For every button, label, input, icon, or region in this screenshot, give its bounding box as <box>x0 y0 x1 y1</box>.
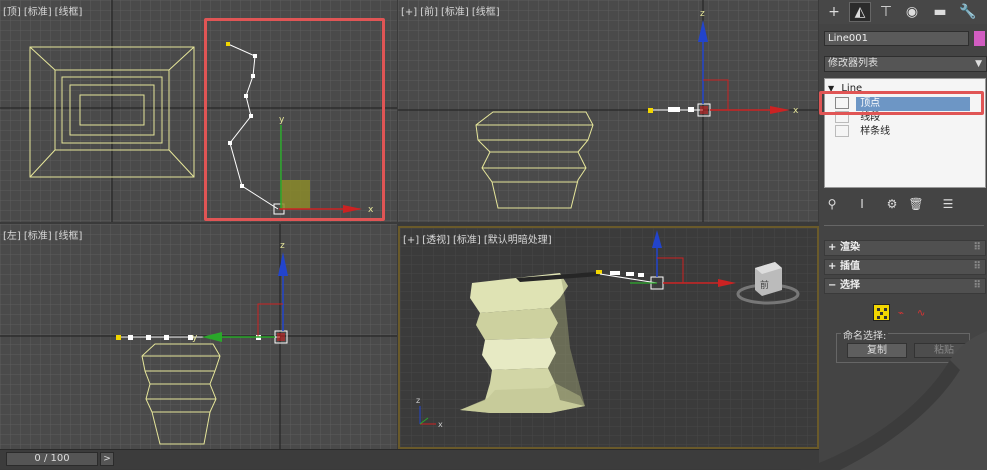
segment-selection-icon[interactable]: ⌁ <box>898 308 904 319</box>
page-curl <box>800 331 987 470</box>
display-icon[interactable]: ▬ <box>929 2 951 22</box>
view-name: [前] <box>420 7 438 18</box>
make-unique-icon[interactable]: ⚙ <box>884 196 900 212</box>
axis-z-label: z <box>280 241 285 251</box>
axis-x-label: x <box>793 106 799 116</box>
create-plus-icon[interactable]: + <box>823 2 845 22</box>
highlight-box-spline <box>204 18 385 221</box>
pin-stack-icon[interactable]: ⚲ <box>824 196 840 212</box>
next-frame-button[interactable]: > <box>100 452 114 466</box>
show-end-result-icon[interactable]: Ⅰ <box>854 196 870 212</box>
svg-text:前: 前 <box>760 279 769 291</box>
viewport-front-label[interactable]: [+] [前] [标准] [线框] <box>401 3 503 18</box>
axis-z-label: z <box>700 9 705 19</box>
view-mode: [标准] <box>23 7 52 18</box>
object-name-field[interactable]: Line001 <box>824 31 969 46</box>
modifier-list-dropdown[interactable]: 修改器列表 ▼ <box>824 56 987 72</box>
highlight-box-vertex <box>819 91 984 115</box>
vertex-selection-icon[interactable] <box>873 304 890 321</box>
modifier-list-label: 修改器列表 <box>828 58 878 69</box>
expand-plus-icon: + <box>828 261 837 272</box>
stack-subitem-spline[interactable]: 样条线 <box>835 125 890 139</box>
utilities-icon[interactable]: 🔧 <box>957 2 979 22</box>
viewport-perspective-canvas: 前 z x <box>400 228 817 447</box>
view-plus-menu: [+] <box>403 235 420 246</box>
axis-y-label: y <box>192 333 198 343</box>
view-shading: [线框] <box>471 7 500 18</box>
rollout-rendering[interactable]: + 渲染 ⠿ <box>824 240 986 256</box>
rollout-title: 选择 <box>840 280 860 291</box>
rollout-interpolation[interactable]: + 插值 ⠿ <box>824 259 986 275</box>
spline-selection-icon[interactable]: ∿ <box>917 308 925 319</box>
drag-handle-icon: ⠿ <box>973 280 981 291</box>
viewport-perspective-label[interactable]: [+] [透视] [标准] [默认明暗处理] <box>403 231 555 246</box>
view-plus-menu: [+] <box>401 7 418 18</box>
view-name: [顶] <box>3 7 21 18</box>
object-color-swatch[interactable] <box>974 31 985 46</box>
view-mode: [标准] <box>453 235 481 246</box>
rollout-title: 渲染 <box>840 242 860 253</box>
view-shading: [线框] <box>54 7 83 18</box>
viewport-left-canvas: z y <box>0 224 397 449</box>
drag-handle-icon: ⠿ <box>973 261 981 272</box>
view-mode: [标准] <box>441 7 469 18</box>
viewport-top-label[interactable]: [顶] [标准] [线框] <box>3 3 85 18</box>
chevron-down-icon: ▼ <box>975 59 982 69</box>
collapse-minus-icon: − <box>828 280 837 291</box>
view-name: [左] <box>3 231 21 242</box>
expand-plus-icon: + <box>828 242 837 253</box>
viewport-front-canvas: z x <box>398 0 818 222</box>
timeline[interactable]: 0 / 100 > <box>0 449 819 469</box>
hierarchy-icon[interactable]: ⊤ <box>875 2 897 22</box>
rollout-title: 插值 <box>840 261 860 272</box>
viewport-perspective[interactable]: 前 z x [+] [透视] [标准] [默认明暗处理] <box>398 226 819 449</box>
axis-z-label: z <box>416 396 420 405</box>
command-panel-tabs: + ◭ ⊤ ◉ ▬ 🔧 <box>819 0 987 24</box>
time-slider[interactable]: 0 / 100 <box>6 452 98 466</box>
view-shading: [默认明暗处理] <box>483 235 552 246</box>
viewport-left[interactable]: z y [左] [标准] [线框] <box>0 224 397 449</box>
configure-sets-icon[interactable]: ☰ <box>940 196 956 212</box>
modify-icon[interactable]: ◭ <box>849 2 871 22</box>
view-name: [透视] <box>422 235 450 246</box>
motion-icon[interactable]: ◉ <box>901 2 923 22</box>
stack-subitem-label: 样条线 <box>860 126 891 137</box>
drag-handle-icon: ⠿ <box>973 242 981 253</box>
viewport-left-label[interactable]: [左] [标准] [线框] <box>3 227 85 242</box>
axis-x-label: x <box>438 420 443 429</box>
divider <box>824 225 984 226</box>
view-shading: [线框] <box>54 231 83 242</box>
rollout-selection[interactable]: − 选择 ⠿ <box>824 278 986 294</box>
remove-modifier-icon[interactable]: 🗑 <box>908 196 924 212</box>
viewport-front[interactable]: z x [+] [前] [标准] [线框] <box>398 0 818 222</box>
view-mode: [标准] <box>23 231 52 242</box>
